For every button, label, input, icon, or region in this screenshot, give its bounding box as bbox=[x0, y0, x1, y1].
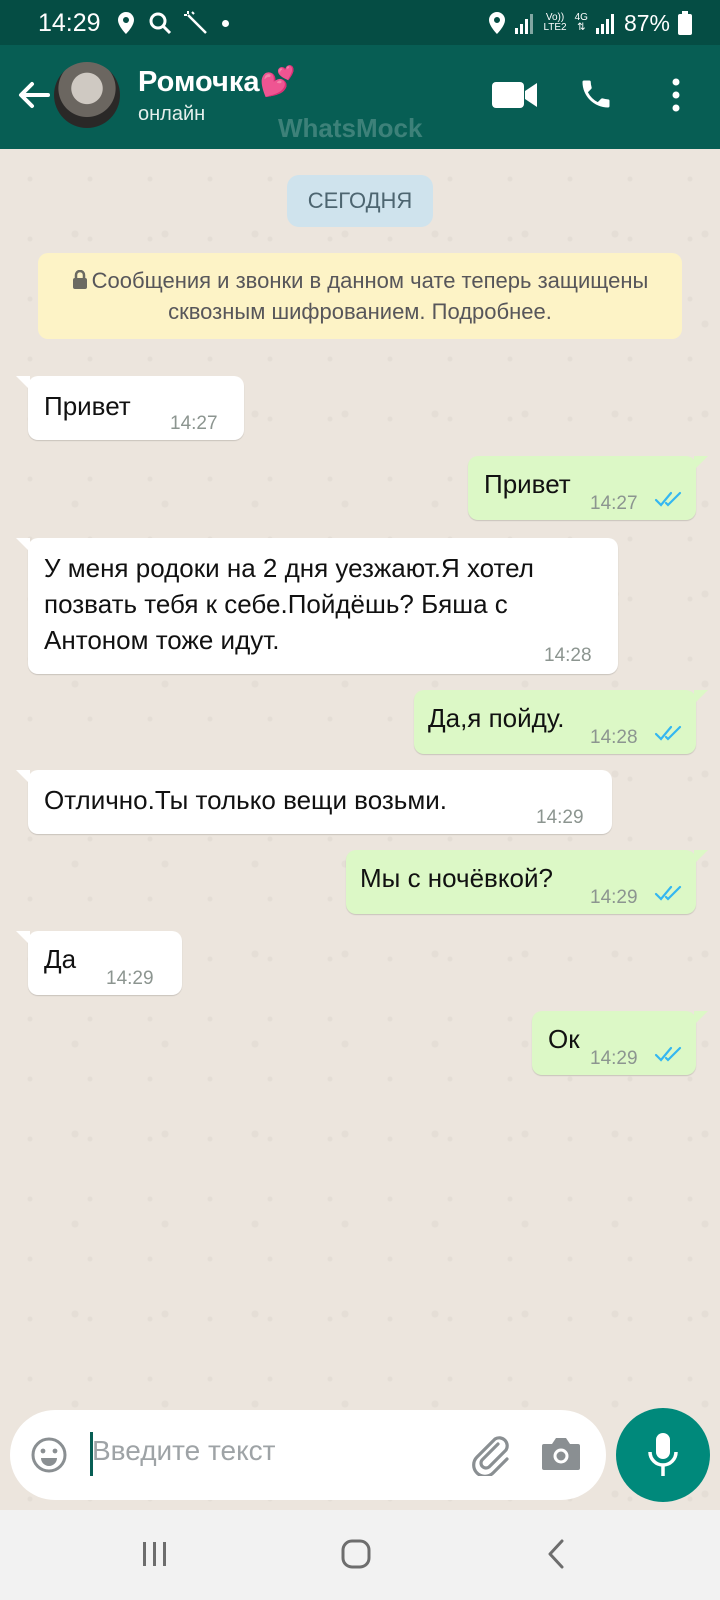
status-bar: 14:29 Vo)) LTE2 4G ⇅ 87% bbox=[0, 0, 720, 45]
nav-recents-icon[interactable] bbox=[140, 1540, 170, 1568]
date-chip: СЕГОДНЯ bbox=[287, 175, 433, 227]
notification-dot bbox=[222, 19, 229, 27]
message-outgoing[interactable]: Привет 14:27 bbox=[468, 456, 708, 520]
message-text: Отлично.Ты только вещи возьми. bbox=[44, 785, 447, 815]
message-incoming[interactable]: Да 14:29 bbox=[16, 931, 182, 995]
phone-icon[interactable] bbox=[578, 75, 614, 113]
message-outgoing[interactable]: Да,я пойду. 14:28 bbox=[414, 690, 708, 754]
status-time: 14:29 bbox=[38, 9, 101, 37]
message-text: Мы с ночёвкой? bbox=[360, 863, 553, 893]
message-time: 14:29 bbox=[536, 807, 584, 828]
signal-icon bbox=[595, 14, 614, 34]
message-outgoing[interactable]: Мы с ночёвкой? 14:29 bbox=[346, 850, 708, 914]
mic-icon bbox=[648, 1433, 678, 1476]
network-type-indicator: 4G ⇅ bbox=[574, 12, 588, 33]
message-incoming[interactable]: У меня родоки на 2 дня уезжают.Я хотел п… bbox=[16, 538, 618, 674]
lock-icon bbox=[72, 269, 87, 289]
message-incoming[interactable]: Привет 14:27 bbox=[16, 376, 244, 440]
chat-area[interactable]: СЕГОДНЯ Сообщения и звонки в данном чате… bbox=[0, 149, 720, 1510]
status-notification-icons bbox=[116, 9, 229, 37]
message-input-bar: Введите текст bbox=[10, 1410, 606, 1500]
mic-button[interactable] bbox=[616, 1408, 710, 1502]
message-text: Да,я пойду. bbox=[428, 703, 565, 733]
location-icon bbox=[489, 12, 506, 34]
location-icon bbox=[118, 12, 134, 34]
battery-icon bbox=[678, 11, 692, 35]
magic-wand-icon bbox=[184, 11, 207, 34]
message-text: Ок bbox=[548, 1024, 580, 1054]
message-input[interactable]: Введите текст bbox=[92, 1435, 276, 1467]
search-icon bbox=[149, 12, 172, 35]
message-time: 14:27 bbox=[170, 413, 218, 434]
message-time: 14:28 bbox=[544, 645, 592, 666]
attach-icon[interactable] bbox=[468, 1432, 512, 1476]
video-call-icon[interactable] bbox=[492, 79, 538, 111]
chat-header: Ромочка💕 онлайн WhatsMock bbox=[0, 45, 720, 149]
signal-icon bbox=[515, 14, 534, 34]
message-outgoing[interactable]: Ок 14:29 bbox=[532, 1011, 708, 1075]
message-time: 14:29 bbox=[106, 968, 154, 989]
double-tick-icon bbox=[654, 491, 682, 507]
camera-icon[interactable] bbox=[540, 1436, 582, 1472]
message-time: 14:27 bbox=[590, 493, 638, 514]
more-options-icon[interactable] bbox=[670, 77, 682, 113]
status-system-icons: Vo)) LTE2 4G ⇅ 87% bbox=[487, 9, 692, 37]
message-text: У меня родоки на 2 дня уезжают.Я хотел п… bbox=[44, 553, 534, 655]
nav-home-icon[interactable] bbox=[340, 1538, 372, 1570]
message-time: 14:29 bbox=[590, 887, 638, 908]
watermark: WhatsMock bbox=[278, 113, 423, 143]
system-nav-bar bbox=[0, 1510, 720, 1600]
double-tick-icon bbox=[654, 725, 682, 741]
nav-back-icon[interactable] bbox=[546, 1538, 568, 1570]
message-time: 14:29 bbox=[590, 1048, 638, 1069]
double-tick-icon bbox=[654, 885, 682, 901]
encryption-text: Сообщения и звонки в данном чате теперь … bbox=[91, 268, 649, 324]
emoji-icon[interactable] bbox=[30, 1436, 68, 1474]
message-text: Привет bbox=[44, 391, 131, 421]
message-incoming[interactable]: Отлично.Ты только вещи возьми. 14:29 bbox=[16, 770, 612, 834]
back-arrow-icon[interactable] bbox=[14, 75, 54, 115]
message-text: Привет bbox=[484, 469, 571, 499]
battery-percent: 87% bbox=[623, 9, 670, 36]
contact-name[interactable]: Ромочка💕 bbox=[138, 65, 296, 99]
contact-status: онлайн bbox=[138, 103, 206, 125]
encryption-notice[interactable]: Сообщения и звонки в данном чате теперь … bbox=[38, 253, 682, 339]
volte-indicator: Vo)) LTE2 bbox=[543, 12, 567, 33]
message-time: 14:28 bbox=[590, 727, 638, 748]
avatar[interactable] bbox=[54, 62, 120, 128]
message-text: Да bbox=[44, 944, 77, 974]
double-tick-icon bbox=[654, 1046, 682, 1062]
